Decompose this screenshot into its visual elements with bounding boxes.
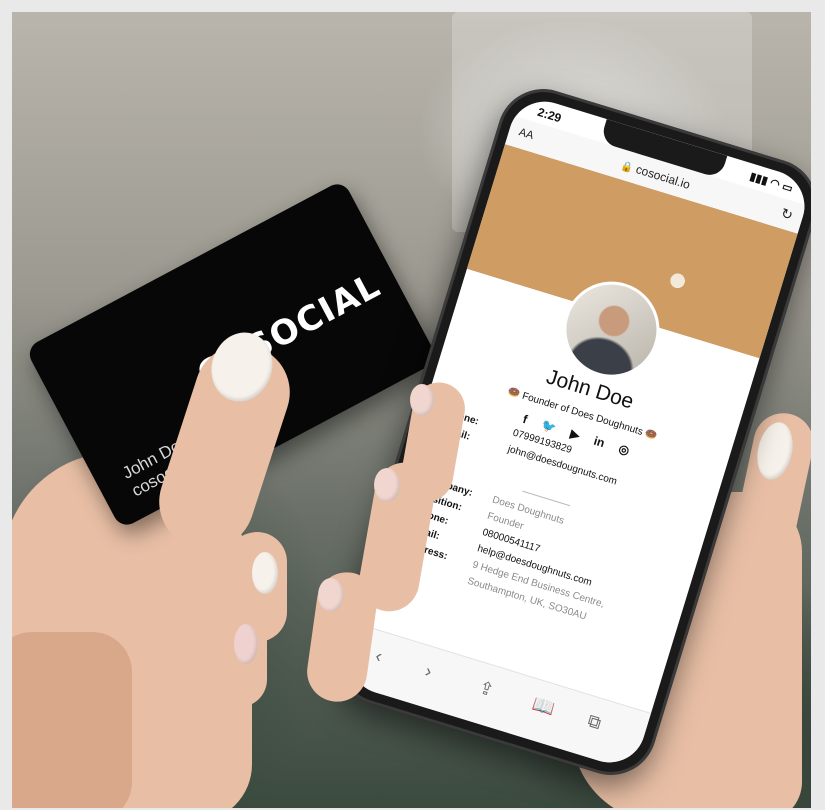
browser-toolbar: ‹ › ⇪ 📖 ⧉ <box>340 623 652 772</box>
twitter-icon[interactable]: 🐦 <box>540 418 558 436</box>
left-finger-2-nail <box>234 624 258 664</box>
bookmarks-icon[interactable]: 📖 <box>530 693 557 720</box>
back-icon[interactable]: ‹ <box>373 645 385 667</box>
right-finger-top-nail <box>410 384 434 416</box>
status-time: 2:29 <box>535 104 564 126</box>
right-finger-left-nail <box>374 468 400 502</box>
left-finger-nail <box>252 552 278 594</box>
linkedin-icon[interactable]: in <box>592 434 606 451</box>
tabs-icon[interactable]: ⧉ <box>585 710 603 734</box>
photo-scene: COSOCIAL John Doe cosocial 2:29 ▮▮▮ ◠ ▭ … <box>12 12 811 808</box>
youtube-icon[interactable]: ▶ <box>569 427 582 443</box>
forward-icon[interactable]: › <box>423 661 435 683</box>
share-icon[interactable]: ⇪ <box>476 677 496 701</box>
facebook-icon[interactable]: f <box>521 412 529 427</box>
instagram-icon[interactable]: ◎ <box>617 441 631 457</box>
left-hand-wrist <box>12 632 132 808</box>
lock-icon: 🔒 <box>619 160 635 175</box>
right-finger-lower-nail <box>318 578 344 612</box>
section-divider <box>522 490 571 507</box>
